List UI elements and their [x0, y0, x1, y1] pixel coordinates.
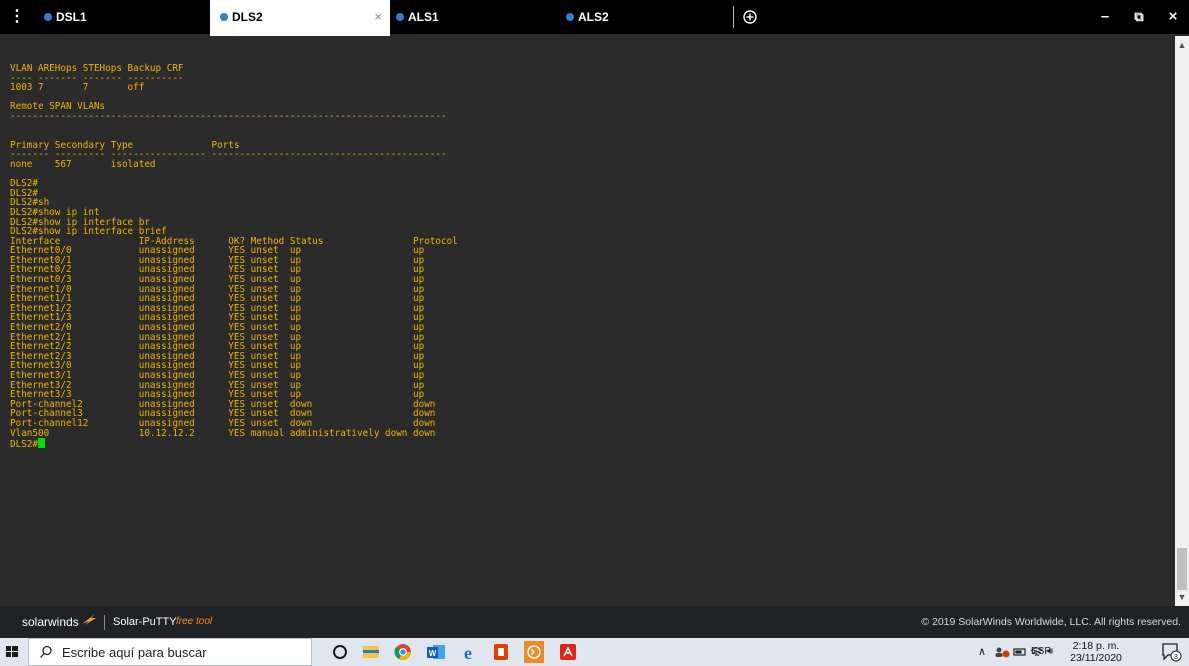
restore-button[interactable]: ⧉ — [1124, 0, 1154, 34]
scroll-down-icon[interactable]: ▼ — [1175, 590, 1189, 604]
terminal-line: 1003 7 7 off — [10, 82, 145, 94]
scrollbar-thumb[interactable] — [1177, 548, 1187, 590]
taskbar-search-input[interactable]: Escribe aquí para buscar — [28, 638, 312, 666]
search-placeholder: Escribe aquí para buscar — [62, 645, 207, 660]
tab-label: DLS2 — [232, 10, 263, 24]
terminal-pane[interactable]: VLAN AREHops STEHops Backup CRF ---- ---… — [0, 36, 1175, 606]
clock-time: 2:18 p. m. — [1072, 640, 1120, 652]
tab-dls2[interactable]: DLS2 × — [210, 0, 390, 34]
notification-center-icon[interactable]: 3 — [1160, 642, 1182, 662]
tab-bar: ⋮ DSL1 DLS2 × ALS1 ALS2 – ⧉ × — [0, 0, 1189, 34]
notification-count: 3 — [1174, 654, 1178, 661]
solarwinds-flame-icon — [82, 614, 96, 625]
tab-dsl1[interactable]: DSL1 — [40, 0, 210, 34]
status-dot-icon — [220, 13, 228, 21]
app-footer: solarwinds Solar-PuTTY free tool © 2019 … — [0, 606, 1189, 638]
product-tagline: free tool — [176, 616, 213, 627]
terminal-line: ----------------------------------------… — [10, 110, 447, 122]
tab-als1[interactable]: ALS1 — [392, 0, 562, 34]
status-dot-icon — [44, 13, 52, 21]
terminal-output: VLAN AREHops STEHops Backup CRF ---- ---… — [10, 64, 458, 450]
edge-icon[interactable]: e — [453, 641, 483, 663]
terminal-prompt: DLS2# — [10, 439, 38, 451]
product-name: Solar-PuTTY — [113, 616, 177, 628]
vertical-dots-icon[interactable]: ⋮ — [0, 0, 34, 34]
windows-taskbar: Escribe aquí para buscar W e ∧ 🔊︎ ESP 2:… — [0, 638, 1189, 666]
vertical-scrollbar[interactable]: ▲ ▼ — [1175, 36, 1189, 606]
cortana-circle-icon[interactable] — [325, 641, 355, 663]
windows-start-icon[interactable] — [0, 638, 24, 666]
tab-label: ALS1 — [408, 10, 439, 24]
plus-circle-icon[interactable] — [735, 0, 765, 34]
taskbar-clock[interactable]: 2:18 p. m. 23/11/2020 — [1068, 640, 1124, 664]
minimize-button[interactable]: – — [1090, 0, 1120, 34]
acrobat-icon[interactable] — [553, 641, 583, 663]
scroll-up-icon[interactable]: ▲ — [1175, 38, 1189, 52]
tab-divider — [733, 6, 734, 28]
status-dot-icon — [396, 13, 404, 21]
clock-date: 23/11/2020 — [1070, 652, 1122, 664]
solarwinds-logo: solarwinds — [22, 615, 79, 629]
chevron-up-icon[interactable]: ∧ — [978, 638, 986, 666]
tab-label: ALS2 — [578, 10, 609, 24]
copyright-text: © 2019 SolarWinds Worldwide, LLC. All ri… — [921, 616, 1181, 628]
chrome-icon[interactable] — [388, 641, 418, 663]
language-indicator[interactable]: ESP — [1031, 638, 1051, 666]
file-explorer-icon[interactable] — [356, 641, 386, 663]
close-tab-icon[interactable]: × — [374, 0, 382, 34]
solar-putty-icon[interactable] — [519, 641, 549, 663]
battery-icon[interactable] — [1013, 646, 1027, 658]
terminal-cursor — [38, 438, 45, 449]
search-icon — [40, 645, 52, 658]
svg-text:W: W — [429, 649, 437, 658]
status-dot-icon — [566, 13, 574, 21]
svg-text:e: e — [464, 643, 472, 663]
office-icon[interactable] — [486, 641, 516, 663]
word-icon[interactable]: W — [421, 641, 451, 663]
tab-als2[interactable]: ALS2 — [562, 0, 732, 34]
close-button[interactable]: × — [1158, 0, 1188, 34]
tab-label: DSL1 — [56, 10, 87, 24]
footer-divider — [104, 615, 105, 630]
terminal-line: Vlan500 10.12.12.2 YES manual administra… — [10, 427, 436, 439]
terminal-line: none 567 isolated — [10, 158, 156, 170]
people-icon[interactable] — [994, 646, 1010, 658]
